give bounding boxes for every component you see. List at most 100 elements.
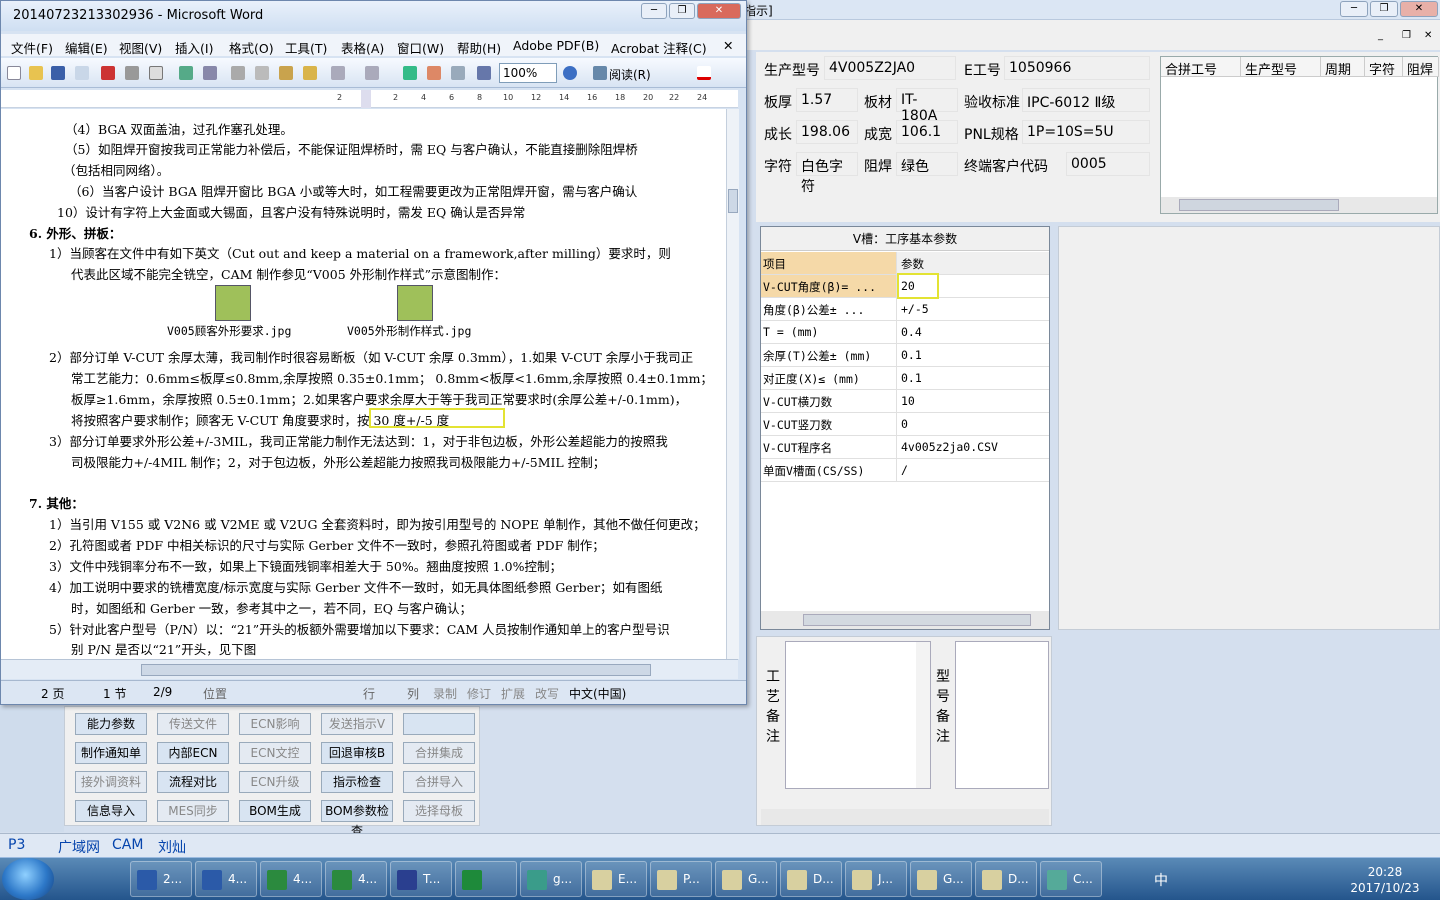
grid-scroll-thumb[interactable] [1179, 199, 1339, 211]
grid-hscrollbar[interactable] [1161, 197, 1437, 213]
menu-view[interactable]: 视图(V) [119, 38, 162, 57]
grid-header-char[interactable]: 字符 [1365, 57, 1403, 78]
vcut-col-param[interactable]: 参数 [899, 252, 1049, 274]
action-button[interactable]: 流程对比 [157, 771, 229, 793]
menu-adobe-pdf[interactable]: Adobe PDF(B) [513, 38, 599, 53]
process-memo-input[interactable] [785, 641, 931, 789]
taskbar-item[interactable]: D... [975, 861, 1037, 897]
minimize-button[interactable]: ─ [1340, 1, 1368, 17]
merge-grid[interactable]: 合拼工号 生产型号 周期 字符 阻焊 [1160, 56, 1439, 214]
vcut-row[interactable]: V-CUT程序名 4v005z2ja0.CSV [761, 436, 1049, 459]
taskbar-item[interactable] [455, 861, 517, 897]
drawing-icon[interactable] [477, 66, 491, 80]
hscroll-thumb[interactable] [141, 664, 651, 676]
action-button[interactable]: 发送指示V [321, 713, 393, 735]
action-button[interactable]: 接外调资料 [75, 771, 147, 793]
e-job-field[interactable]: 1050966 [1004, 56, 1150, 80]
taskbar-item[interactable]: 4... [260, 861, 322, 897]
vcut-value-cell[interactable]: / [899, 459, 1049, 481]
vscroll-thumb[interactable] [728, 189, 738, 213]
vcut-value-cell[interactable]: 0.1 [899, 344, 1049, 366]
indent-marker[interactable] [361, 90, 371, 108]
taskbar-item[interactable]: E... [585, 861, 647, 897]
material-field[interactable]: IT-180A [896, 88, 958, 124]
action-button[interactable]: MES同步 [157, 800, 229, 822]
action-button[interactable]: 能力参数 [75, 713, 147, 735]
vcut-row[interactable]: 单面V槽面(CS/SS) / [761, 459, 1049, 482]
zoom-select[interactable]: 100% [499, 63, 557, 83]
taskbar-item[interactable]: g... [520, 861, 582, 897]
menu-tools[interactable]: 工具(T) [285, 38, 327, 57]
word-close-button[interactable]: ✕ [697, 3, 741, 19]
menu-close-doc-icon[interactable]: ✕ [723, 38, 733, 53]
open-icon[interactable] [29, 66, 43, 80]
help-icon[interactable] [563, 66, 577, 80]
tab-p3[interactable]: P3 [8, 837, 25, 853]
vcut-scroll-thumb[interactable] [803, 614, 1031, 626]
vcut-item-cell[interactable]: 角度(β)公差± ... [761, 298, 897, 320]
grid-header-mask[interactable]: 阻焊 [1403, 57, 1439, 78]
grid-header-cycle[interactable]: 周期 [1321, 57, 1365, 78]
insert-table-icon[interactable] [451, 66, 465, 80]
memo-scrollbar[interactable] [916, 642, 930, 788]
taskbar-item[interactable]: T... [390, 861, 452, 897]
end-customer-field[interactable]: 0005 [1066, 152, 1150, 176]
menu-help[interactable]: 帮助(H) [457, 38, 501, 57]
accept-std-field[interactable]: IPC-6012 Ⅱ级 [1022, 88, 1150, 112]
cut-icon[interactable] [231, 66, 245, 80]
vcut-row[interactable]: 角度(β)公差± ... +/-5 [761, 298, 1049, 321]
image-file-icon[interactable] [215, 285, 251, 321]
action-button[interactable]: 传送文件 [157, 713, 229, 735]
close-button[interactable]: ✕ [1400, 1, 1438, 17]
action-button[interactable]: BOM参数检查 [321, 800, 393, 838]
menu-table[interactable]: 表格(A) [341, 38, 384, 57]
new-icon[interactable] [7, 66, 21, 80]
grid-header-prod-model[interactable]: 生产型号 [1241, 57, 1321, 78]
mdi-close-button[interactable]: ✕ [1424, 30, 1432, 41]
taskbar-item[interactable]: 4... [325, 861, 387, 897]
vcut-item-cell[interactable]: V-CUT竖刀数 [761, 413, 897, 435]
save-icon[interactable] [51, 66, 65, 80]
vcut-row[interactable]: V-CUT角度(β)= ... 20 [761, 273, 1049, 299]
vcut-value-cell[interactable]: 10 [899, 390, 1049, 412]
vcut-value-cell[interactable]: 0.4 [899, 321, 1049, 343]
action-button[interactable]: 合拼集成 [403, 742, 475, 764]
vcut-item-cell[interactable]: V-CUT横刀数 [761, 390, 897, 412]
status-record[interactable]: 录制 [433, 685, 457, 702]
action-button[interactable]: 合拼导入 [403, 771, 475, 793]
menu-file[interactable]: 文件(F) [11, 38, 53, 57]
vcut-value-cell[interactable]: 0.1 [899, 367, 1049, 389]
finish-width-field[interactable]: 106.1 [896, 120, 958, 144]
action-button[interactable]: ECN影响 [239, 713, 311, 735]
action-button[interactable]: 制作通知单 [75, 742, 147, 764]
vcut-value-cell[interactable]: 0 [899, 413, 1049, 435]
action-button[interactable]: 信息导入 [75, 800, 147, 822]
taskbar-item[interactable]: 2... [130, 861, 192, 897]
pdf-icon[interactable] [101, 66, 115, 80]
menu-format[interactable]: 格式(O) [229, 38, 274, 57]
mdi-minimize-button[interactable]: _ [1378, 30, 1383, 41]
pnl-field[interactable]: 1P=10S=5U [1022, 120, 1150, 144]
action-button[interactable] [403, 713, 475, 735]
image-file-icon[interactable] [397, 285, 433, 321]
spelling-icon[interactable] [179, 66, 193, 80]
vcut-row[interactable]: V-CUT横刀数 10 [761, 390, 1049, 413]
vcut-value-cell[interactable]: 20 [897, 273, 939, 299]
read-label[interactable]: 阅读(R) [609, 66, 651, 83]
word-minimize-button[interactable]: ─ [641, 3, 667, 19]
grid-header-merge-job[interactable]: 合拼工号 [1161, 57, 1241, 78]
menu-edit[interactable]: 编辑(E) [65, 38, 108, 57]
taskbar-item[interactable]: P... [650, 861, 712, 897]
vcut-item-cell[interactable]: 单面V槽面(CS/SS) [761, 459, 897, 481]
taskbar-item[interactable]: G... [910, 861, 972, 897]
prod-model-field[interactable]: 4V005Z2JA0 [824, 56, 956, 80]
status-overtype[interactable]: 改写 [535, 685, 559, 702]
research-icon[interactable] [203, 66, 217, 80]
vcut-item-cell[interactable]: V-CUT角度(β)= ... [761, 275, 897, 297]
format-painter-icon[interactable] [303, 66, 317, 80]
paste-icon[interactable] [279, 66, 293, 80]
model-memo-input[interactable] [955, 641, 1049, 789]
menu-acrobat-comment[interactable]: Acrobat 注释(C) [611, 38, 707, 57]
action-button[interactable]: 选择母板 [403, 800, 475, 822]
tab-cam[interactable]: CAM [112, 837, 143, 853]
